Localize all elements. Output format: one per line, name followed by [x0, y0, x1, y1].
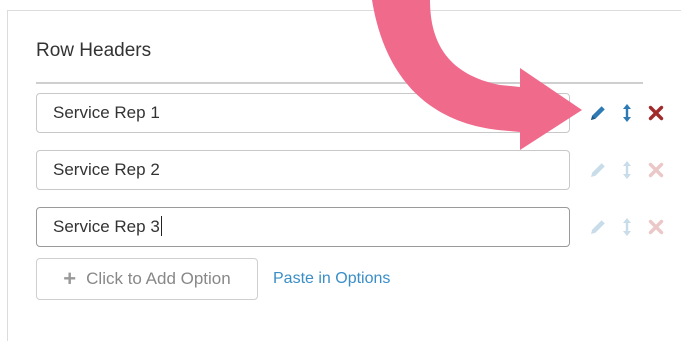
plus-icon: +	[63, 266, 77, 291]
section-heading: Row Headers	[36, 40, 152, 61]
add-option-button[interactable]: + Click to Add Option	[36, 258, 258, 300]
row-option-input[interactable]: Service Rep 2	[36, 150, 570, 190]
row-option-value: Service Rep 2	[53, 160, 160, 179]
paste-in-options-link[interactable]: Paste in Options	[273, 270, 390, 288]
pencil-icon[interactable]	[588, 217, 608, 237]
row-actions	[586, 150, 670, 190]
row-actions	[586, 207, 670, 247]
heading-divider	[36, 82, 643, 84]
close-icon[interactable]	[646, 103, 666, 123]
row-actions	[586, 93, 670, 133]
close-icon[interactable]	[646, 217, 666, 237]
close-icon[interactable]	[646, 160, 666, 180]
row-option-value: Service Rep 3	[53, 217, 160, 236]
updown-arrow-icon[interactable]	[617, 217, 637, 237]
pencil-icon[interactable]	[588, 160, 608, 180]
row-option-input[interactable]: Service Rep 1	[36, 93, 570, 133]
text-caret	[160, 216, 162, 236]
row-option-input[interactable]: Service Rep 3	[36, 207, 570, 247]
updown-arrow-icon[interactable]	[617, 160, 637, 180]
pencil-icon[interactable]	[588, 103, 608, 123]
row-option-value: Service Rep 1	[53, 103, 160, 122]
updown-arrow-icon[interactable]	[617, 103, 637, 123]
add-option-label: Click to Add Option	[86, 269, 231, 288]
